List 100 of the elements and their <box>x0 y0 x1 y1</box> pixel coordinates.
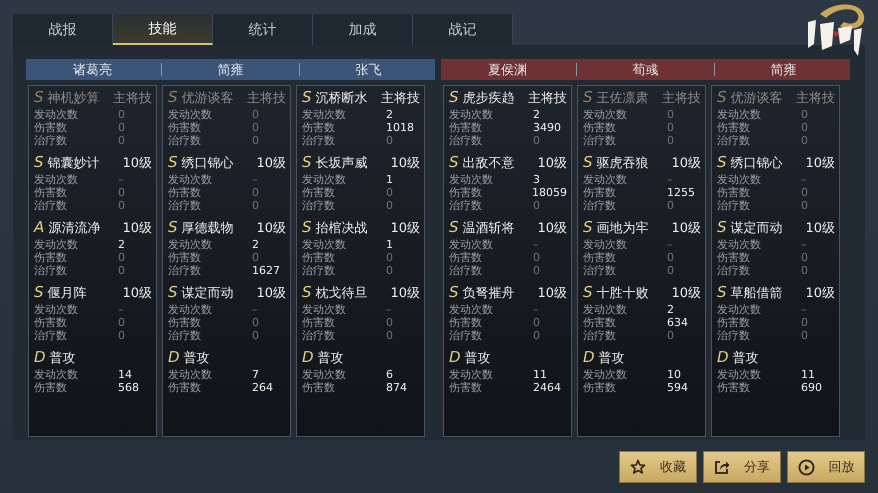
stat-value: 0 <box>118 108 125 121</box>
skill-name: 十胜十败 <box>596 285 650 302</box>
tab[interactable]: 战报 <box>13 14 113 45</box>
stat-value: 0 <box>801 316 808 329</box>
stat-label: 伤害数 <box>168 251 202 264</box>
stat-label: 伤害数 <box>717 186 751 199</box>
skill-level: 主将技 <box>662 90 701 107</box>
stat-label: 伤害数 <box>302 251 336 264</box>
stat-label: 发动次数 <box>302 108 347 121</box>
skill-level: 10级 <box>390 155 420 172</box>
stat-value: 0 <box>667 121 674 134</box>
stat-value: 2 <box>667 303 674 316</box>
stat-label: 伤害数 <box>302 316 336 329</box>
grade-letter: D <box>449 348 461 366</box>
stat-value: 0 <box>252 316 259 329</box>
tab[interactable]: 战记 <box>413 14 513 45</box>
skill-name: 枕戈待旦 <box>316 285 369 302</box>
stat-label: 伤害数 <box>449 251 483 264</box>
play-button[interactable]: 回放 <box>787 451 865 483</box>
grade-letter: S <box>302 218 312 236</box>
stat-value: 0 <box>386 134 393 147</box>
stat-label: 治疗数 <box>302 264 336 277</box>
skill-level: 10级 <box>671 285 701 302</box>
skill-name: 普攻 <box>184 350 211 367</box>
skill-name: 厚德载物 <box>182 220 235 237</box>
skill-name: 普攻 <box>318 350 345 367</box>
general-name: 简雍 <box>216 62 244 78</box>
stat-value: 11 <box>801 368 815 381</box>
stat-label: 发动次数 <box>302 303 347 316</box>
grade-letter: S <box>717 283 727 301</box>
stat-label: 发动次数 <box>34 108 79 121</box>
star-button[interactable]: 收藏 <box>619 451 697 483</box>
stat-value: 2464 <box>533 381 561 394</box>
skill-level: 主将技 <box>796 90 835 107</box>
stat-value: – <box>801 238 806 251</box>
stat-label: 治疗数 <box>583 329 617 342</box>
skill-level: 10级 <box>537 220 567 237</box>
stat-value: 7 <box>252 368 259 381</box>
stat-value: 0 <box>533 251 540 264</box>
grade-letter: S <box>717 88 727 106</box>
stat-label: 伤害数 <box>34 186 68 199</box>
skill-level: 10级 <box>256 285 286 302</box>
grade-letter: S <box>449 283 459 301</box>
skill-level: 10级 <box>537 285 567 302</box>
stat-value: 0 <box>386 329 393 342</box>
skill-level: 10级 <box>805 220 835 237</box>
skill-level: 10级 <box>390 285 420 302</box>
stat-value: 0 <box>118 121 125 134</box>
stat-value: 0 <box>252 199 259 212</box>
stat-label: 伤害数 <box>449 186 483 199</box>
stat-value: 1 <box>386 238 393 251</box>
grade-letter: S <box>168 218 178 236</box>
stat-value: 0 <box>118 316 125 329</box>
stat-label: 伤害数 <box>717 381 751 394</box>
stat-label: 发动次数 <box>717 303 762 316</box>
grade-letter: S <box>717 153 727 171</box>
grade-letter: A <box>34 218 44 236</box>
grade-letter: S <box>34 153 44 171</box>
stat-value: – <box>118 303 124 316</box>
skill-name: 长坂声威 <box>316 155 369 172</box>
skill-level: 10级 <box>390 220 420 237</box>
stat-value: 0 <box>801 264 808 277</box>
stat-value: – <box>667 173 672 186</box>
skill-level: 主将技 <box>528 90 567 107</box>
grade-letter: D <box>168 348 180 366</box>
share-button[interactable]: 分享 <box>703 451 781 483</box>
stat-value: – <box>667 238 672 251</box>
stat-value: 264 <box>252 381 273 394</box>
stat-label: 发动次数 <box>34 238 79 251</box>
tab[interactable]: 统计 <box>213 14 313 45</box>
tab[interactable]: 加成 <box>313 14 413 45</box>
general-name: 夏侯渊 <box>487 62 528 78</box>
stat-label: 发动次数 <box>302 238 347 251</box>
stat-label: 治疗数 <box>583 264 617 277</box>
stat-label: 发动次数 <box>717 108 762 121</box>
stat-value: 0 <box>667 134 674 147</box>
stat-label: 伤害数 <box>302 381 336 394</box>
stat-label: 发动次数 <box>302 173 347 186</box>
tab[interactable]: 技能 <box>113 14 213 45</box>
skill-name: 优游谈客 <box>182 90 235 107</box>
stat-label: 治疗数 <box>302 134 336 147</box>
stat-label: 伤害数 <box>583 381 617 394</box>
stat-value: 0 <box>533 134 540 147</box>
grade-letter: D <box>717 348 729 366</box>
stat-value: 0 <box>252 108 259 121</box>
stat-value: 2 <box>533 108 540 121</box>
stat-label: 伤害数 <box>717 251 751 264</box>
stat-label: 治疗数 <box>449 264 483 277</box>
stat-value: 0 <box>252 186 259 199</box>
stat-label: 伤害数 <box>34 121 68 134</box>
stat-value: 0 <box>118 186 125 199</box>
stat-label: 发动次数 <box>583 238 628 251</box>
stat-label: 伤害数 <box>34 251 68 264</box>
skill-name: 草船借箭 <box>730 285 784 302</box>
stat-label: 伤害数 <box>583 251 617 264</box>
skill-name: 出敌不意 <box>462 155 516 172</box>
stat-value: 0 <box>252 134 259 147</box>
stat-label: 治疗数 <box>717 329 751 342</box>
skill-level: 主将技 <box>113 90 152 107</box>
grade-letter: D <box>302 348 314 366</box>
